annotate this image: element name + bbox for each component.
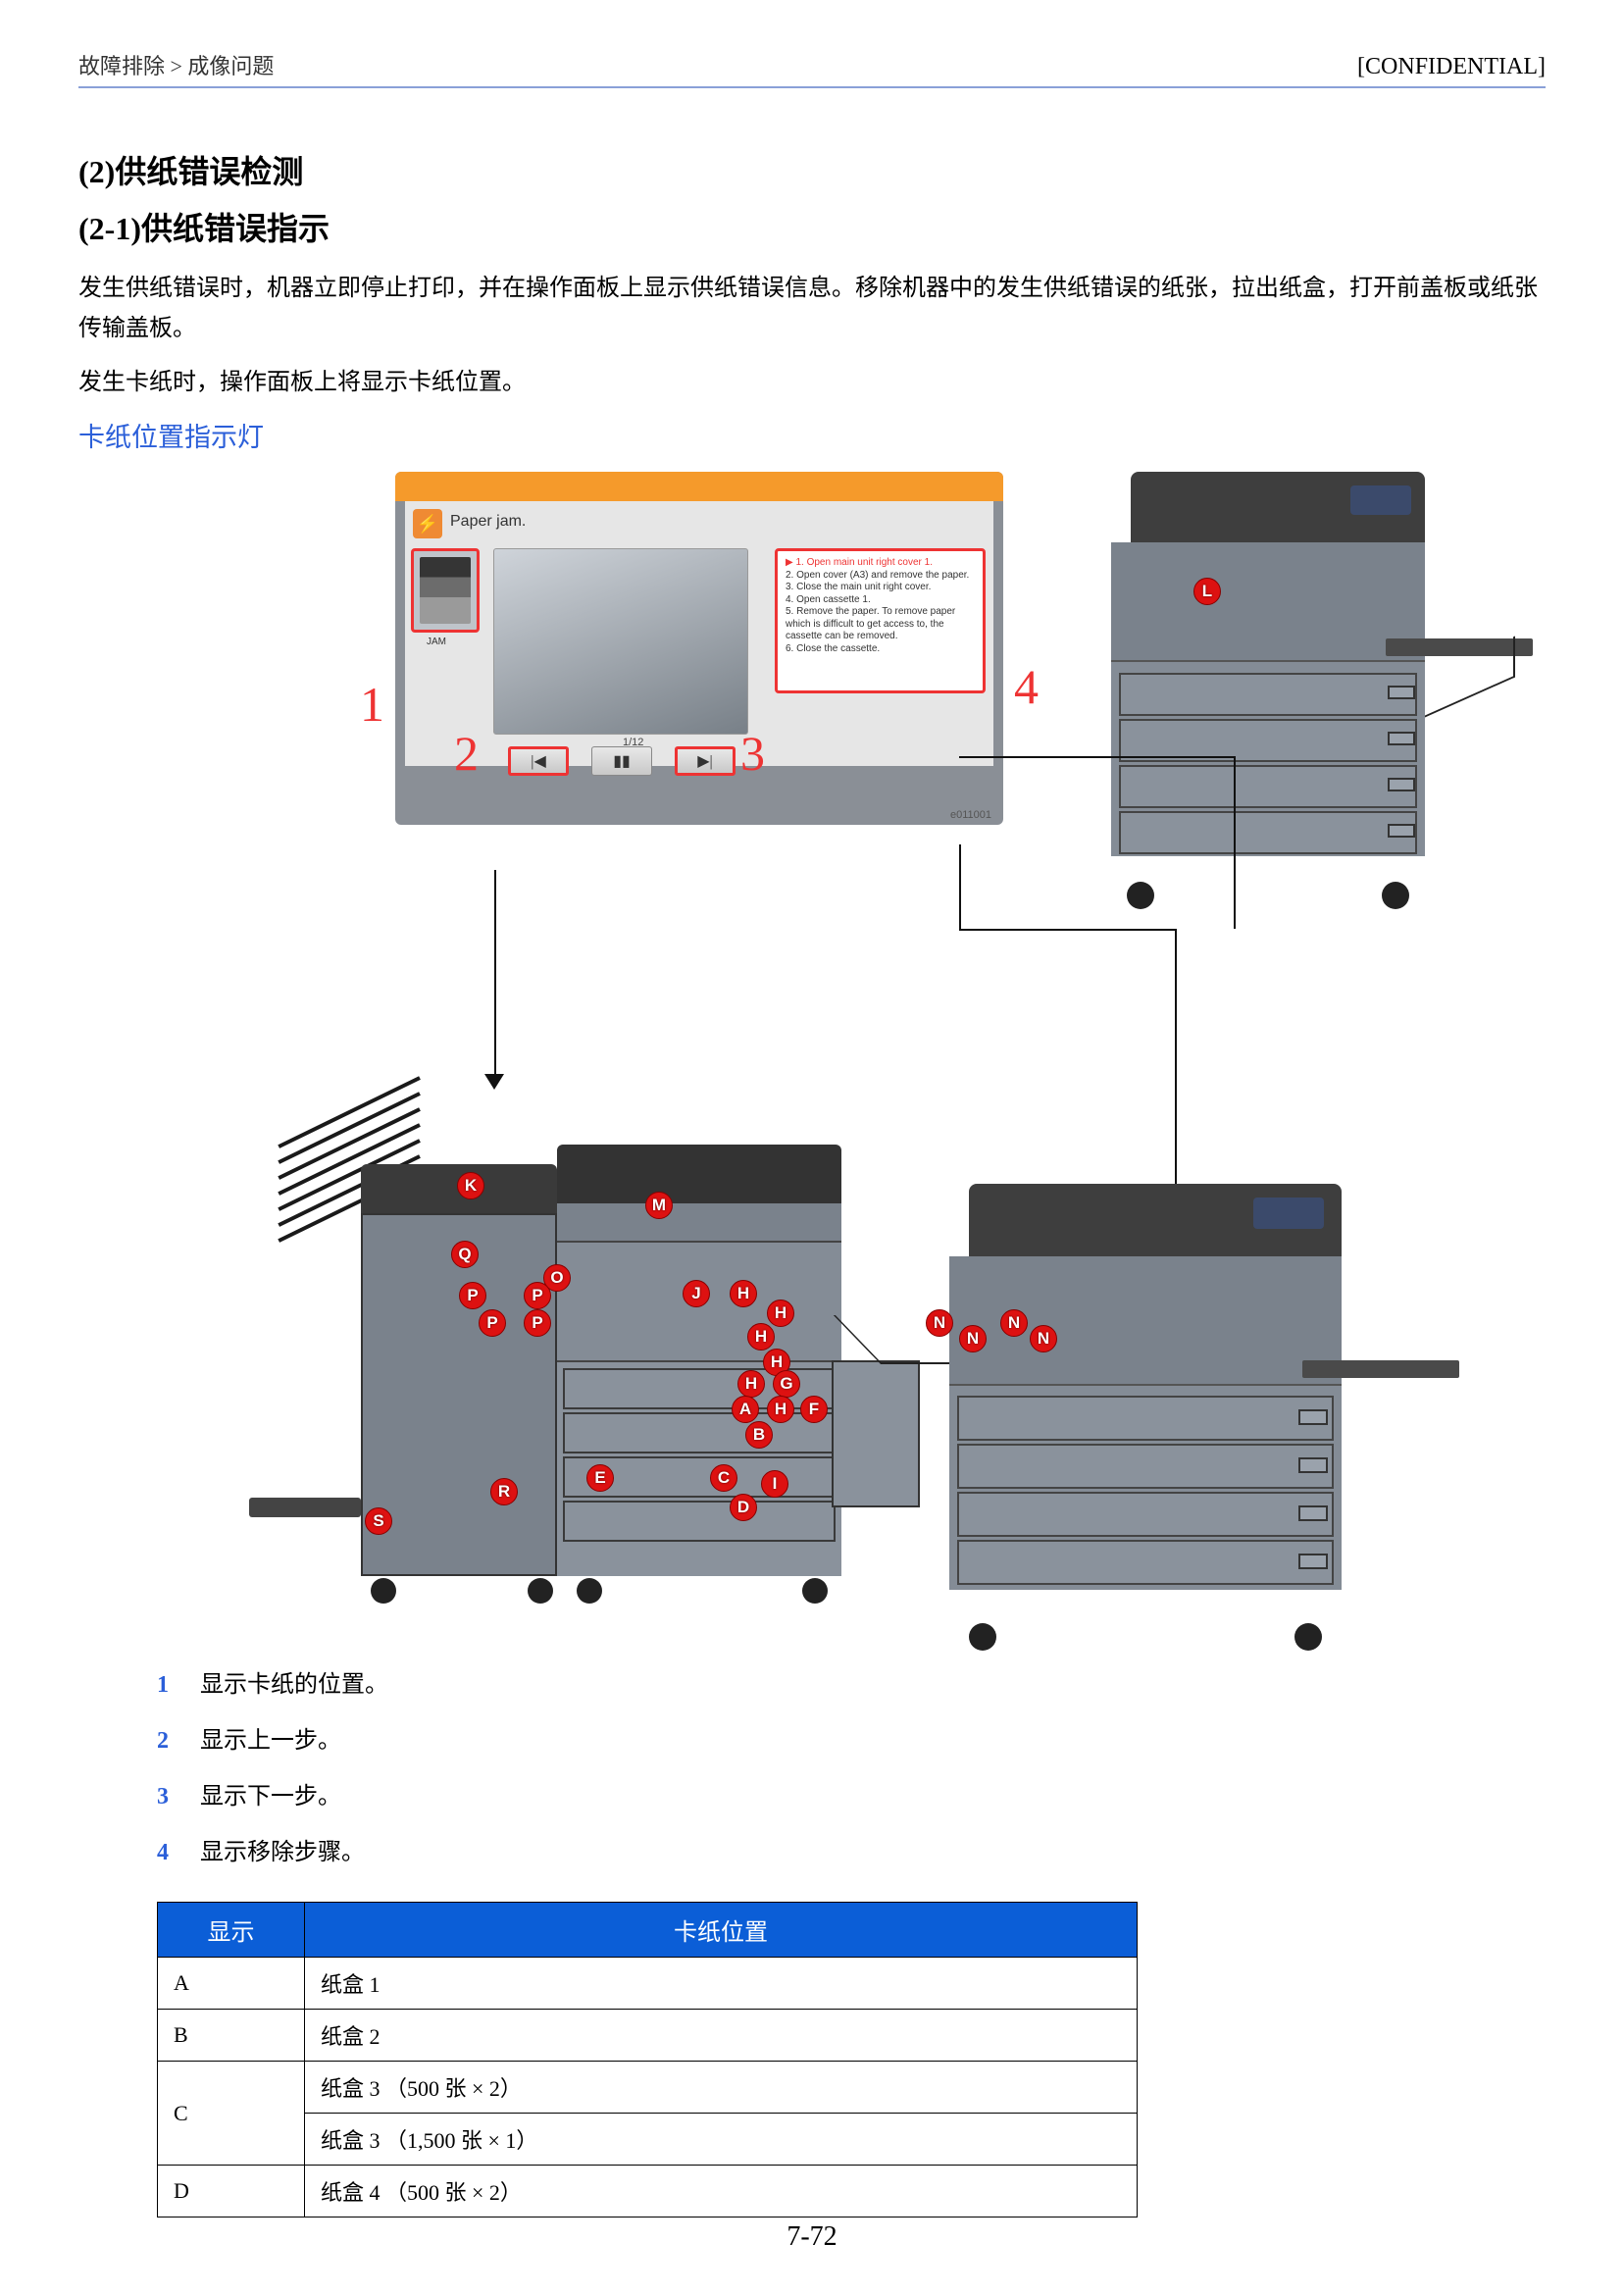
cell-value-C2: 纸盒 3 （1,500 张 × 1） (305, 2114, 1138, 2166)
callout-legend: 1 显示卡纸的位置。 2 显示上一步。 3 显示下一步。 4 显示移除步骤。 (157, 1664, 1546, 1866)
jam-title: Paper jam. (450, 513, 526, 531)
page-header: 故障排除 > 成像问题 [CONFIDENTIAL] (78, 49, 1546, 88)
cell-letter-D: D (158, 2166, 305, 2218)
paragraph-2: 发生卡纸时，操作面板上将显示卡纸位置。 (78, 363, 1546, 403)
jam-animation-area (493, 548, 748, 735)
callout-4: 4 (1014, 658, 1039, 715)
callout-2: 2 (454, 725, 479, 782)
jam-label: JAM (427, 637, 446, 647)
legend-row-3: 3 显示下一步。 (157, 1776, 1546, 1810)
jam-location-thumbnail (411, 548, 480, 633)
legend-text-1: 显示卡纸的位置。 (200, 1664, 388, 1699)
jam-alert-icon: ⚡ (413, 509, 442, 538)
panel-title-bar (395, 472, 1003, 501)
prev-step-button[interactable]: |◀ (508, 746, 569, 776)
paragraph-1: 发生供纸错误时，机器立即停止打印，并在操作面板上显示供纸错误信息。移除机器中的发… (78, 269, 1546, 349)
page-number: 7-72 (0, 2221, 1624, 2253)
instr-6: 6. Close the cassette. (786, 643, 975, 656)
legend-num-4: 4 (157, 1840, 177, 1866)
table-row: 纸盒 3 （1,500 张 × 1） (158, 2114, 1138, 2166)
th-display: 显示 (158, 1903, 305, 1958)
next-step-button[interactable]: ▶| (675, 746, 736, 776)
cell-value-B: 纸盒 2 (305, 2010, 1138, 2062)
diagram-row-1: ⚡ Paper jam. JAM ▶ 1. Open main unit rig… (145, 472, 1479, 893)
subheading-indicator: 卡纸位置指示灯 (78, 416, 1546, 454)
th-location: 卡纸位置 (305, 1903, 1138, 1958)
legend-row-4: 4 显示移除步骤。 (157, 1832, 1546, 1866)
legend-text-4: 显示移除步骤。 (200, 1832, 365, 1866)
diagram-row-2: K M Q O P P P P J H H H H H G A H F B E … (145, 1066, 1479, 1635)
cell-letter-A: A (158, 1958, 305, 2010)
instr-4: 4. Open cassette 1. (786, 594, 975, 607)
callout-1: 1 (360, 676, 384, 733)
legend-num-3: 3 (157, 1784, 177, 1810)
cell-letter-B: B (158, 2010, 305, 2062)
instruction-box: ▶ 1. Open main unit right cover 1. 2. Op… (775, 548, 986, 693)
section-heading-2: (2)供纸错误检测 (78, 147, 1546, 192)
table-row: B 纸盒 2 (158, 2010, 1138, 2062)
table-row: C 纸盒 3 （500 张 × 2） (158, 2062, 1138, 2114)
connector-lines (145, 909, 1479, 988)
confidential-mark: [CONFIDENTIAL] (1357, 54, 1546, 80)
cell-value-C1: 纸盒 3 （500 张 × 2） (305, 2062, 1138, 2114)
printer-figure-right-top: L (1111, 472, 1425, 893)
cell-letter-C: C (158, 2062, 305, 2166)
printer-figure-right-bottom: N N N N (949, 1184, 1342, 1635)
instr-1: ▶ (786, 557, 795, 568)
table-row: A 纸盒 1 (158, 1958, 1138, 2010)
instr-5: 5. Remove the paper. To remove paper whi… (786, 606, 975, 643)
legend-row-1: 1 显示卡纸的位置。 (157, 1664, 1546, 1699)
legend-text-2: 显示上一步。 (200, 1720, 341, 1755)
callout-3: 3 (740, 725, 765, 782)
legend-text-3: 显示下一步。 (200, 1776, 341, 1810)
jam-location-table: 显示 卡纸位置 A 纸盒 1 B 纸盒 2 C 纸盒 3 （500 张 × 2）… (157, 1902, 1138, 2218)
figure-code: e011001 (950, 809, 991, 821)
breadcrumb: 故障排除 > 成像问题 (78, 49, 274, 80)
table-row: D 纸盒 4 （500 张 × 2） (158, 2166, 1138, 2218)
cell-value-A: 纸盒 1 (305, 1958, 1138, 2010)
instr-2: 2. Open cover (A3) and remove the paper. (786, 570, 975, 583)
legend-num-1: 1 (157, 1672, 177, 1699)
pause-button[interactable]: ▮▮ (591, 746, 652, 776)
cell-value-D: 纸盒 4 （500 张 × 2） (305, 2166, 1138, 2218)
instr-3: 3. Close the main unit right cover. (786, 582, 975, 594)
legend-row-2: 2 显示上一步。 (157, 1720, 1546, 1755)
operation-panel-figure: ⚡ Paper jam. JAM ▶ 1. Open main unit rig… (395, 472, 1003, 825)
printer-with-finisher-figure: K M Q O P P P P J H H H H H G A H F B E … (282, 1066, 881, 1635)
diagram-area: ⚡ Paper jam. JAM ▶ 1. Open main unit rig… (145, 472, 1479, 1635)
legend-num-2: 2 (157, 1728, 177, 1755)
panel-screen: ⚡ Paper jam. JAM ▶ 1. Open main unit rig… (405, 501, 993, 766)
section-heading-2-1: (2-1)供纸错误指示 (78, 204, 1546, 249)
